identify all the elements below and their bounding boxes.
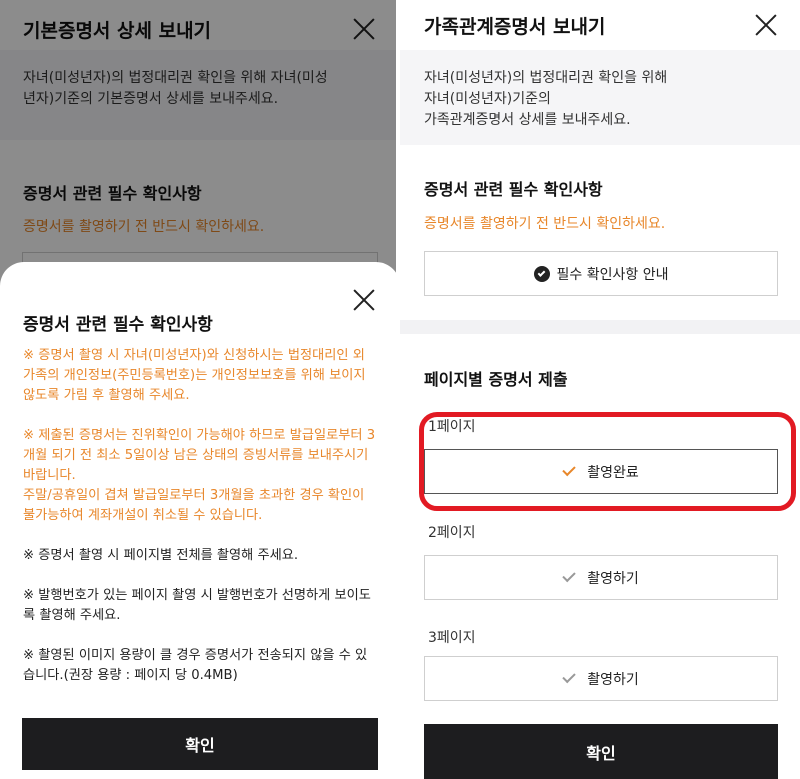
intro-line: 가족관계증명서 상세를 보내주세요. [424, 112, 631, 128]
capture-button-page-3[interactable]: 촬영하기 [424, 656, 778, 701]
check-circle-icon [533, 265, 550, 282]
notice-text: ※ 제출된 증명서는 진위확인이 가능해야 하므로 발급일로부터 3개월 되기 … [23, 428, 376, 483]
confirm-button[interactable]: 확인 [22, 718, 378, 770]
guide-button-label: 필수 확인사항 안내 [556, 266, 669, 283]
capture-button-page-1[interactable]: 촬영완료 [424, 449, 778, 494]
notice-text: ※ 증명서 촬영 시 자녀(미성년자)와 신청하시는 법정대리인 외 가족의 개… [23, 348, 366, 403]
capture-button-label: 촬영하기 [587, 671, 639, 688]
close-icon[interactable] [352, 288, 376, 312]
divider [400, 320, 800, 334]
section-title: 증명서 관련 필수 확인사항 [424, 180, 603, 199]
right-screen: 가족관계증명서 보내기 자녀(미성년자)의 법정대리권 확인을 위해 자녀(미성… [400, 0, 800, 779]
notice-text: ※ 증명서 촬영 시 페이지별 전체를 촬영해 주세요. [23, 548, 299, 563]
check-icon [562, 462, 576, 477]
intro-line: 자녀(미성년자)의 법정대리권 확인을 위해 [424, 70, 668, 86]
check-icon [562, 568, 576, 583]
capture-button-page-2[interactable]: 촬영하기 [424, 555, 778, 600]
sheet-title: 증명서 관련 필수 확인사항 [23, 315, 213, 335]
sheet-body: ※ 증명서 촬영 시 자녀(미성년자)와 신청하시는 법정대리인 외 가족의 개… [23, 346, 378, 706]
header-title: 가족관계증명서 보내기 [424, 16, 606, 38]
page-label: 2페이지 [428, 525, 476, 541]
intro-line: 자녀(미성년자)기준의 [424, 91, 551, 107]
section-warning: 증명서를 촬영하기 전 반드시 확인하세요. [424, 216, 666, 232]
notice-text: ※ 발행번호가 있는 페이지 촬영 시 발행번호가 선명하게 보이도록 촬영해 … [23, 588, 371, 623]
notice-text: ※ 촬영된 이미지 용량이 클 경우 증명서가 전송되지 않을 수 있습니다.(… [23, 648, 368, 683]
bottom-sheet: 증명서 관련 필수 확인사항 ※ 증명서 촬영 시 자녀(미성년자)와 신청하시… [0, 262, 400, 779]
capture-button-label: 촬영완료 [587, 464, 639, 481]
page-label: 3페이지 [428, 630, 476, 646]
confirm-button[interactable]: 확인 [424, 724, 778, 779]
notice-text: 주말/공휴일이 겹쳐 발급일로부터 3개월을 초과한 경우 확인이 불가능하여 … [23, 488, 365, 523]
pages-title: 페이지별 증명서 제출 [424, 370, 568, 389]
check-icon [562, 669, 576, 684]
close-icon[interactable] [754, 13, 778, 37]
intro-box: 자녀(미성년자)의 법정대리권 확인을 위해 자녀(미성년자)기준의 가족관계증… [400, 50, 800, 145]
left-screen: 기본증명서 상세 보내기 자녀(미성년자)의 법정대리권 확인을 위해 자녀(미… [0, 0, 400, 779]
page-label: 1페이지 [428, 419, 476, 435]
guide-button[interactable]: 필수 확인사항 안내 [424, 251, 778, 296]
capture-button-label: 촬영하기 [587, 570, 639, 587]
